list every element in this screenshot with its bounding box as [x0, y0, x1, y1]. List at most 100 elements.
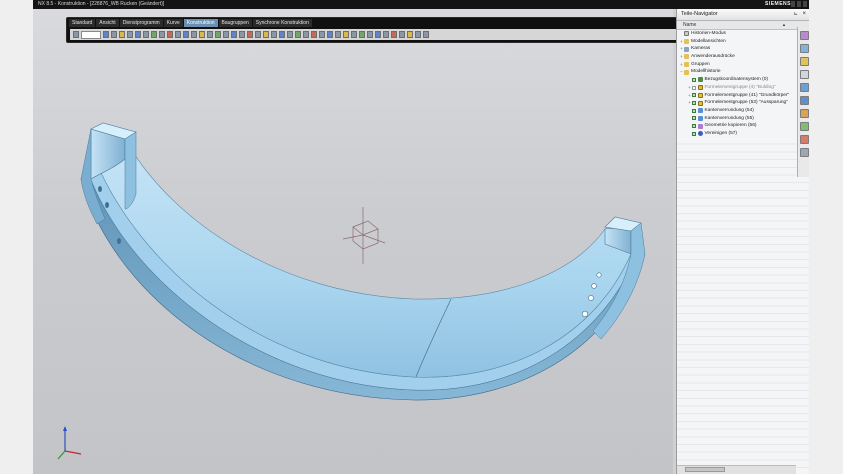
tree-row-feature[interactable]: Bezugskoordinatensystem (0): [677, 76, 809, 84]
undo-icon[interactable]: [415, 31, 421, 38]
hole-icon[interactable]: [143, 31, 149, 38]
visibility-checkbox[interactable]: [692, 101, 696, 106]
tree-row-feature[interactable]: Geometrie kopieren (56): [677, 122, 809, 130]
sweep-icon[interactable]: [287, 31, 293, 38]
tab-kurve[interactable]: Kurve: [163, 19, 183, 27]
graphics-window[interactable]: [33, 9, 673, 474]
bounded-plane-icon[interactable]: [295, 31, 301, 38]
tree-row-historien-modus[interactable]: Historien-Modus: [677, 30, 809, 38]
sketch-icon[interactable]: [119, 31, 125, 38]
render-style-icon[interactable]: [327, 31, 333, 38]
tree-row-label: Modellansichten: [691, 38, 726, 44]
expression-icon[interactable]: [407, 31, 413, 38]
tab-dienstprogramm[interactable]: Dienstprogramm: [119, 19, 163, 27]
pattern-icon[interactable]: [215, 31, 221, 38]
tree-row-feature[interactable]: Kantenverrundung (55): [677, 115, 809, 123]
tree-row-kameras[interactable]: + Kameras: [677, 45, 809, 53]
wcs-icon[interactable]: [399, 31, 405, 38]
thicken-icon[interactable]: [263, 31, 269, 38]
nx-application-window: NX 8.5 - Konstruktion - [228876_WB Rucke…: [33, 0, 809, 474]
subtract-icon[interactable]: [159, 31, 165, 38]
visibility-checkbox[interactable]: [692, 116, 696, 121]
visibility-checkbox[interactable]: [692, 93, 696, 98]
column-header-name[interactable]: Name ▲: [677, 21, 809, 30]
constraint-navigator-icon[interactable]: [799, 44, 809, 53]
through-curves-icon[interactable]: [279, 31, 285, 38]
pin-icon[interactable]: ⊾: [794, 9, 798, 20]
tab-standard[interactable]: Standard: [69, 19, 96, 27]
roles-icon[interactable]: [799, 135, 809, 144]
revolve-icon[interactable]: [135, 31, 141, 38]
tree-row-feature[interactable]: Kantenverrundung (54): [677, 107, 809, 115]
visibility-checkbox[interactable]: [692, 124, 696, 129]
fit-view-icon[interactable]: [335, 31, 341, 38]
edge-blend-tool-icon[interactable]: [175, 31, 181, 38]
measure-icon[interactable]: [311, 31, 317, 38]
part-model-3d[interactable]: [33, 9, 673, 474]
scrollbar-thumb[interactable]: [685, 467, 725, 472]
visibility-checkbox[interactable]: [692, 131, 696, 136]
tree-row-label: Historien-Modus: [691, 31, 726, 36]
extrude-icon[interactable]: [127, 31, 133, 38]
offset-face-icon[interactable]: [255, 31, 261, 38]
part-navigator-panel: Teile-Navigator ⊾ × Name ▲ Historien-Mod…: [676, 9, 809, 474]
zoom-icon[interactable]: [343, 31, 349, 38]
edge-blend-icon: [697, 108, 703, 114]
redo-icon[interactable]: [423, 31, 429, 38]
layer-settings-icon[interactable]: [375, 31, 381, 38]
selection-filter-dropdown[interactable]: [81, 30, 101, 39]
section-view-icon[interactable]: [319, 31, 325, 38]
rotate-icon[interactable]: [351, 31, 357, 38]
tree-row-label: Geometrie kopieren (56): [704, 123, 757, 129]
process-studio-icon[interactable]: [799, 122, 809, 131]
column-name-label: Name: [683, 22, 697, 28]
minimize-button[interactable]: [791, 1, 795, 7]
hd3d-tools-icon[interactable]: [799, 83, 809, 92]
tree-row-feature[interactable]: + Formelementgruppe (41) "Grundkörper": [677, 92, 809, 100]
trim-body-icon[interactable]: [231, 31, 237, 38]
navigator-empty-area[interactable]: [677, 137, 809, 474]
history-icon[interactable]: [799, 109, 809, 118]
draft-icon[interactable]: [247, 31, 253, 38]
tree-row-anwenderausdruecke[interactable]: + Anwenderausdrücke: [677, 53, 809, 61]
unite-tool-icon[interactable]: [151, 31, 157, 38]
pan-icon[interactable]: [359, 31, 365, 38]
show-hide-icon[interactable]: [383, 31, 389, 38]
tab-synchrone-konstruktion[interactable]: Synchrone Konstruktion: [252, 19, 312, 27]
snap-icon[interactable]: [111, 31, 117, 38]
visibility-checkbox[interactable]: [692, 85, 696, 90]
datum-plane-icon[interactable]: [199, 31, 205, 38]
system-scene-icon[interactable]: [799, 148, 809, 157]
mirror-icon[interactable]: [223, 31, 229, 38]
horizontal-scrollbar[interactable]: [677, 465, 796, 474]
sew-icon[interactable]: [303, 31, 309, 38]
tree-row-feature[interactable]: + Formelementgruppe (4) "Bulding": [677, 84, 809, 92]
left-mount-hole: [98, 186, 102, 192]
tree-row-modellansichten[interactable]: + Modellansichten: [677, 38, 809, 46]
tab-konstruktion[interactable]: Konstruktion: [183, 19, 218, 27]
visibility-checkbox[interactable]: [692, 77, 696, 82]
chamfer-icon[interactable]: [183, 31, 189, 38]
maximize-button[interactable]: [797, 1, 801, 7]
part-navigator-icon[interactable]: [799, 57, 809, 66]
tab-baugruppen[interactable]: Baugruppen: [218, 19, 252, 27]
orient-view-icon[interactable]: [367, 31, 373, 38]
reuse-library-icon[interactable]: [799, 70, 809, 79]
tab-ansicht[interactable]: Ansicht: [96, 19, 119, 27]
extract-geometry-icon[interactable]: [271, 31, 277, 38]
tree-row-gruppen[interactable]: + Gruppen: [677, 61, 809, 69]
shell-icon[interactable]: [191, 31, 197, 38]
menu-icon[interactable]: [73, 31, 79, 38]
split-body-icon[interactable]: [239, 31, 245, 38]
close-navigator-icon[interactable]: ×: [802, 9, 806, 20]
datum-axis-icon[interactable]: [207, 31, 213, 38]
assembly-navigator-icon[interactable]: [799, 31, 809, 40]
intersect-icon[interactable]: [167, 31, 173, 38]
web-browser-icon[interactable]: [799, 96, 809, 105]
edit-object-display-icon[interactable]: [391, 31, 397, 38]
tree-row-feature[interactable]: + Formelementgruppe (53) "Aussparung": [677, 99, 809, 107]
visibility-checkbox[interactable]: [692, 108, 696, 113]
close-window-button[interactable]: [803, 1, 807, 7]
tree-row-modellhistorie[interactable]: − Modellhistorie: [677, 68, 809, 76]
select-icon[interactable]: [103, 31, 109, 38]
